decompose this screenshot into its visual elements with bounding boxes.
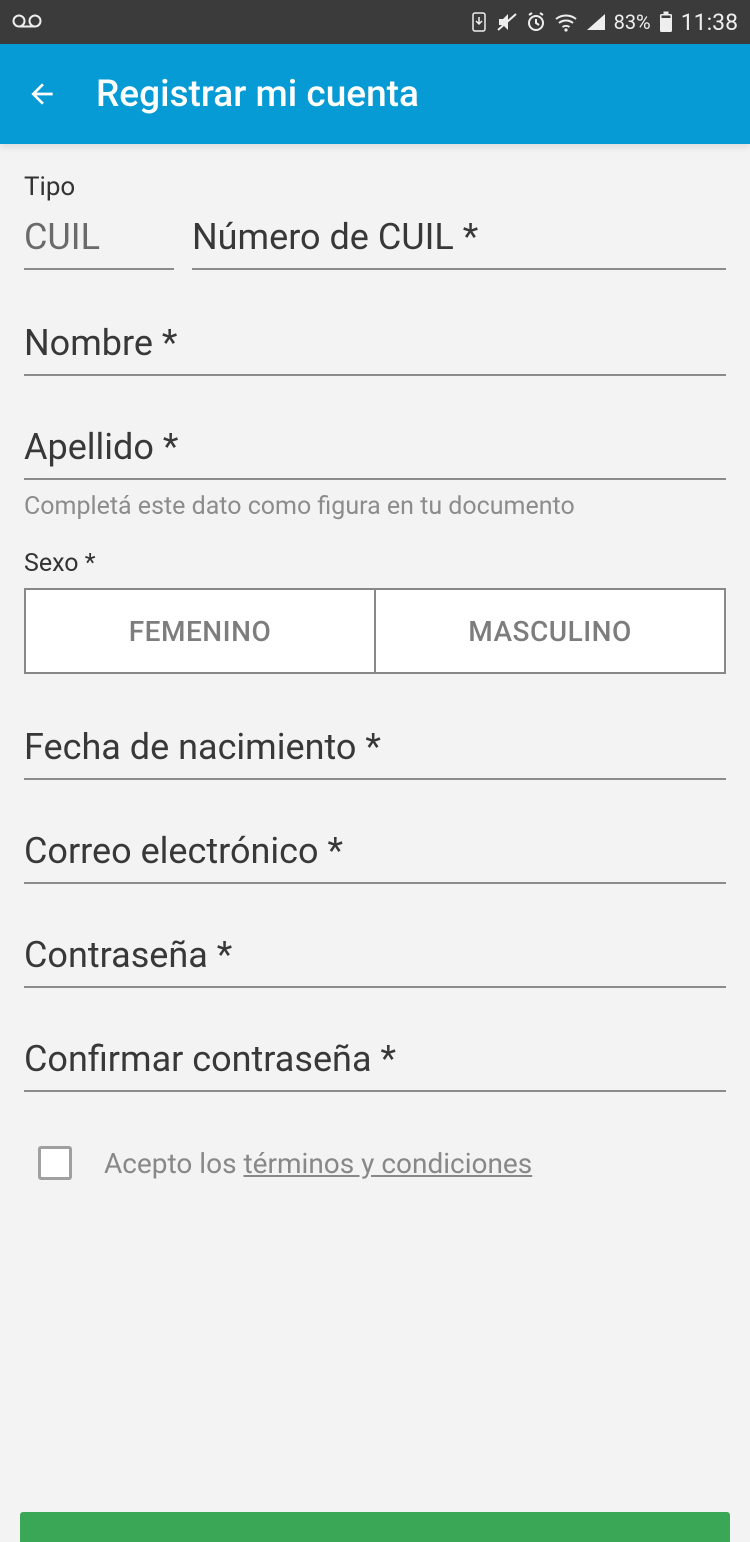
terms-link[interactable]: términos y condiciones [243, 1147, 532, 1180]
status-left [12, 10, 42, 34]
confirm-password-input[interactable] [24, 1030, 726, 1090]
tipo-field[interactable] [24, 208, 174, 270]
sexo-toggle: FEMENINO MASCULINO [24, 588, 726, 674]
download-icon [470, 12, 488, 32]
correo-input[interactable] [24, 822, 726, 882]
submit-button[interactable] [20, 1512, 730, 1542]
mute-icon [496, 12, 518, 32]
terms-checkbox[interactable] [38, 1146, 72, 1180]
page-title: Registrar mi cuenta [96, 73, 419, 116]
nombre-field[interactable] [24, 314, 726, 376]
sexo-label: Sexo * [24, 549, 726, 578]
form-content: Tipo Completá este dato como figura en t… [0, 144, 750, 1180]
clock-text: 11:38 [681, 9, 738, 36]
apellido-input[interactable] [24, 418, 726, 478]
sexo-masculino-button[interactable]: MASCULINO [376, 590, 724, 672]
fecha-input[interactable] [24, 718, 726, 778]
password-input[interactable] [24, 926, 726, 986]
fecha-field[interactable] [24, 718, 726, 780]
tipo-label: Tipo [24, 172, 726, 202]
nombre-input[interactable] [24, 314, 726, 374]
android-status-bar: 83% 11:38 [0, 0, 750, 44]
wifi-icon [554, 12, 578, 32]
battery-icon [659, 11, 673, 33]
cuil-field[interactable] [192, 208, 726, 270]
voicemail-icon [12, 10, 42, 34]
correo-field[interactable] [24, 822, 726, 884]
cuil-input[interactable] [192, 208, 726, 268]
back-button[interactable] [24, 76, 60, 112]
sexo-femenino-button[interactable]: FEMENINO [26, 590, 376, 672]
arrow-left-icon [26, 78, 58, 110]
password-field[interactable] [24, 926, 726, 988]
terms-prefix: Acepto los [104, 1147, 243, 1180]
status-right: 83% 11:38 [470, 9, 738, 36]
apellido-helper: Completá este dato como figura en tu doc… [24, 492, 726, 521]
tipo-input[interactable] [24, 208, 174, 268]
app-bar: Registrar mi cuenta [0, 44, 750, 144]
confirm-password-field[interactable] [24, 1030, 726, 1092]
terms-row: Acepto los términos y condiciones [24, 1134, 726, 1180]
alarm-icon [526, 12, 546, 32]
signal-icon [586, 13, 606, 31]
terms-text: Acepto los términos y condiciones [104, 1147, 532, 1180]
apellido-field[interactable] [24, 418, 726, 480]
battery-pct: 83% [614, 10, 651, 34]
